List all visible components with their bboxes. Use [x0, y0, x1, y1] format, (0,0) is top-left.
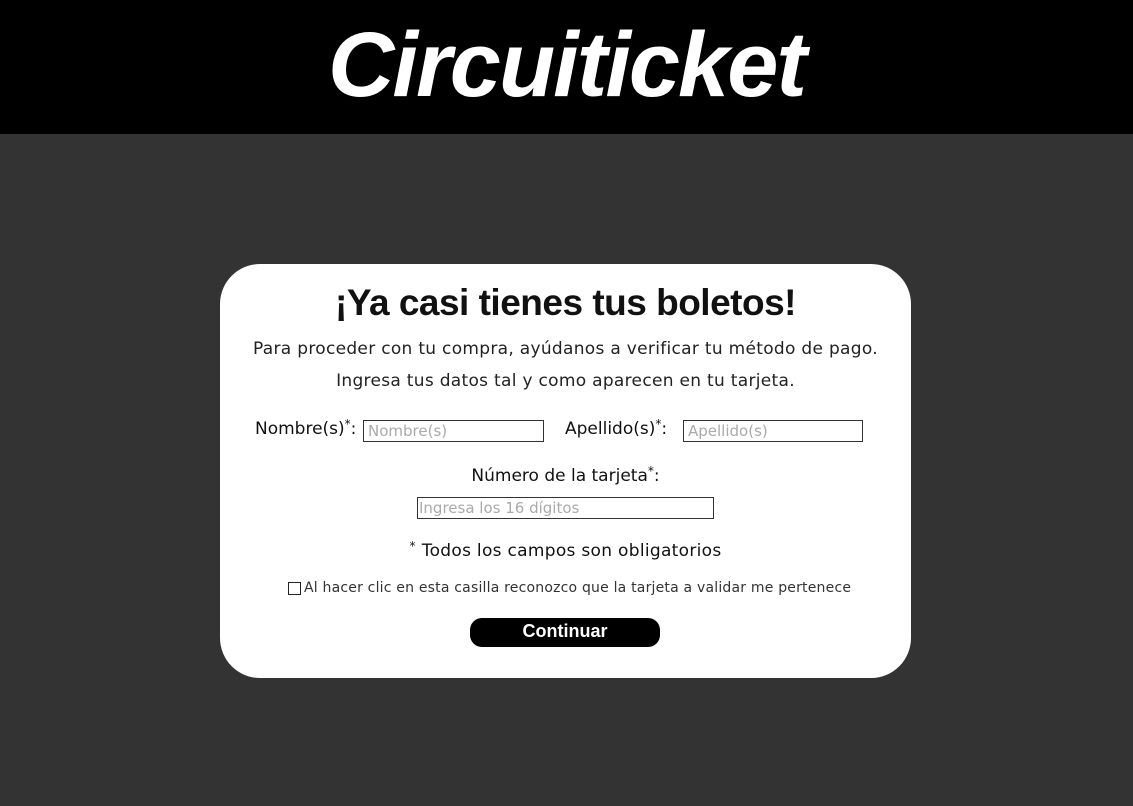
required-note-text: Todos los campos son obligatorios	[421, 541, 722, 561]
intro-text-line-1: Para proceder con tu compra, ayúdanos a …	[253, 339, 878, 359]
first-name-input[interactable]	[363, 420, 544, 442]
required-note-mark: *	[409, 539, 416, 553]
last-name-label-text: Apellido(s)	[565, 419, 656, 439]
card-number-input[interactable]	[417, 497, 714, 519]
card-number-label-text: Número de la tarjeta	[471, 466, 648, 486]
last-name-label-colon: :	[661, 419, 668, 439]
first-name-label-text: Nombre(s)	[255, 419, 345, 439]
payment-verification-card: ¡Ya casi tienes tus boletos! Para proced…	[220, 264, 911, 678]
last-name-label: Apellido(s)*:	[565, 417, 667, 439]
first-name-label-colon: :	[350, 419, 357, 439]
continue-button[interactable]: Continuar	[470, 618, 660, 647]
last-name-input[interactable]	[683, 420, 863, 442]
header-bar: Circuiticket	[0, 0, 1133, 134]
ownership-consent-checkbox[interactable]	[288, 581, 301, 595]
required-fields-note: * Todos los campos son obligatorios	[220, 539, 911, 561]
card-number-label-colon: :	[653, 466, 660, 486]
first-name-label: Nombre(s)*:	[255, 417, 356, 439]
card-title: ¡Ya casi tienes tus boletos!	[335, 282, 796, 323]
card-number-label: Número de la tarjeta*:	[220, 464, 911, 486]
intro-text-line-2: Ingresa tus datos tal y como aparecen en…	[336, 371, 795, 391]
ownership-consent-text[interactable]: Al hacer clic en esta casilla reconozco …	[304, 580, 851, 596]
ownership-consent[interactable]: Al hacer clic en esta casilla reconozco …	[288, 580, 851, 596]
brand-logo[interactable]: Circuiticket	[328, 19, 807, 111]
